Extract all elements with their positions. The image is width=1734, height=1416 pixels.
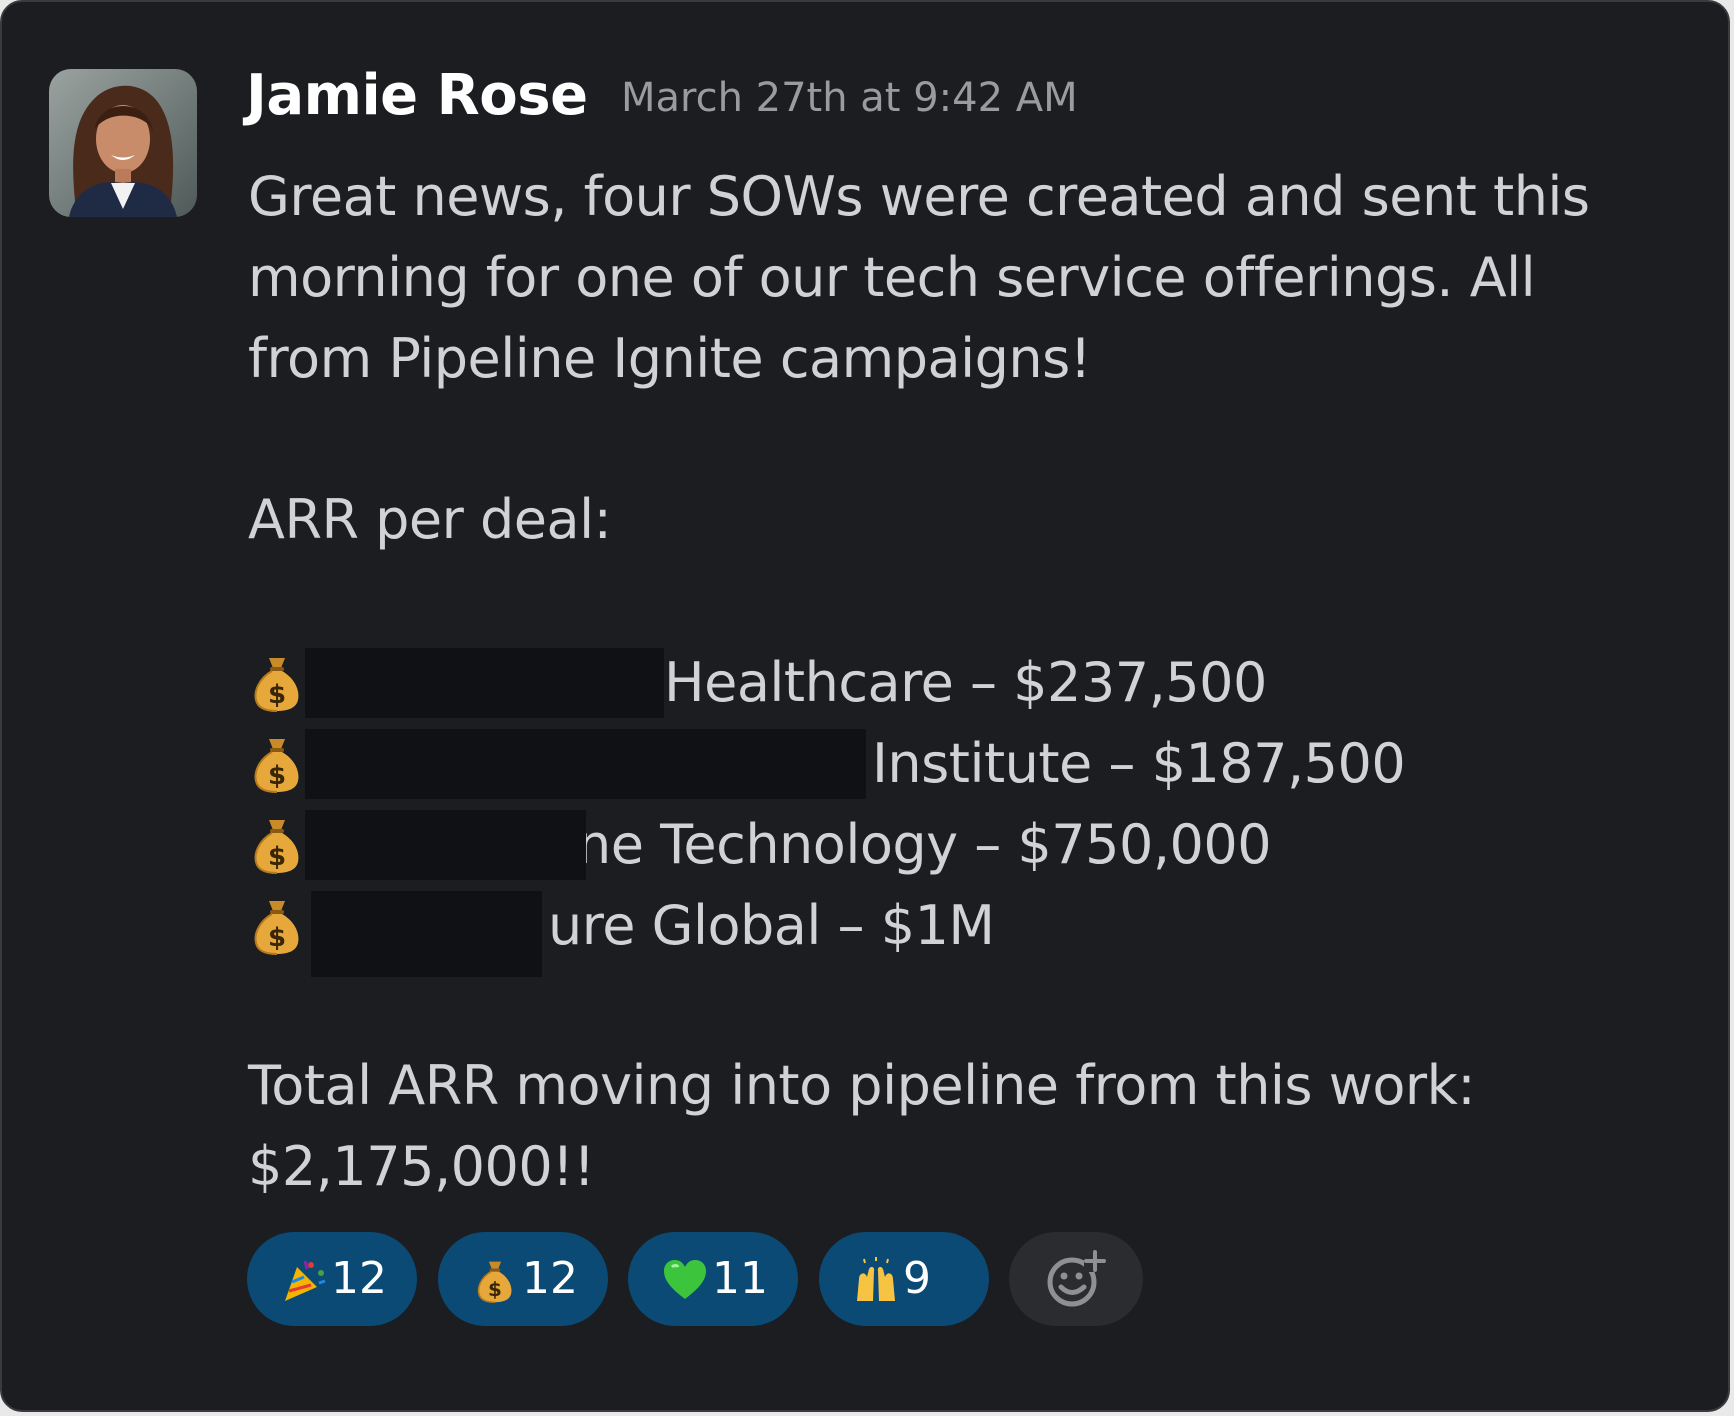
deal-text: Healthcare – $237,500 bbox=[664, 651, 1267, 714]
total-arr-text: Total ARR moving into pipeline from this… bbox=[248, 1054, 1476, 1117]
green-heart-icon bbox=[664, 1260, 706, 1299]
message-timestamp[interactable]: March 27th at 9:42 AM bbox=[621, 72, 1078, 124]
total-arr-value: $2,175,000!! bbox=[248, 1135, 595, 1198]
redaction-block bbox=[305, 648, 664, 718]
message-text-line: morning for one of our tech service offe… bbox=[248, 246, 1536, 309]
reaction-count: 11 bbox=[712, 1253, 768, 1304]
reaction-count: 12 bbox=[331, 1253, 387, 1304]
deal-item: ne Technology – $750,000 bbox=[252, 810, 1452, 880]
party-popper-icon bbox=[285, 1260, 326, 1301]
deal-text: ne Technology – $750,000 bbox=[577, 813, 1272, 876]
message-text-line: Great news, four SOWs were created and s… bbox=[248, 165, 1590, 228]
deal-text: Institute – $187,500 bbox=[872, 732, 1406, 795]
deal-item: ure Global – $1M bbox=[252, 891, 1452, 977]
deal-item: Healthcare – $237,500 bbox=[252, 648, 1452, 718]
money-bag-icon bbox=[252, 814, 302, 874]
add-reaction-icon bbox=[1047, 1250, 1106, 1307]
arr-heading: ARR per deal: bbox=[248, 488, 612, 551]
add-reaction-button[interactable] bbox=[1009, 1232, 1143, 1326]
reaction-green-heart[interactable]: 11 bbox=[628, 1232, 798, 1326]
message-card: Jamie Rose March 27th at 9:42 AM Great n… bbox=[0, 0, 1730, 1412]
redaction-block bbox=[305, 810, 586, 880]
author-name[interactable]: Jamie Rose bbox=[246, 60, 588, 132]
reaction-money-bag[interactable]: 12 bbox=[438, 1232, 608, 1326]
redaction-block bbox=[305, 729, 866, 799]
message-text-line: from Pipeline Ignite campaigns! bbox=[248, 327, 1091, 390]
raised-hands-icon bbox=[857, 1257, 895, 1301]
reaction-party-popper[interactable]: 12 bbox=[247, 1232, 417, 1326]
reaction-count: 9 bbox=[903, 1253, 931, 1304]
money-bag-icon bbox=[252, 652, 302, 712]
money-bag-icon bbox=[252, 895, 302, 955]
redaction-block bbox=[311, 891, 542, 977]
reaction-count: 12 bbox=[522, 1253, 578, 1304]
deal-text: ure Global – $1M bbox=[548, 894, 995, 957]
deal-item: Institute – $187,500 bbox=[252, 729, 1452, 799]
money-bag-icon bbox=[252, 733, 302, 793]
avatar-image bbox=[49, 69, 197, 217]
reaction-raised-hands[interactable]: 9 bbox=[819, 1232, 989, 1326]
money-bag-icon bbox=[472, 1257, 518, 1303]
avatar[interactable] bbox=[49, 69, 197, 217]
